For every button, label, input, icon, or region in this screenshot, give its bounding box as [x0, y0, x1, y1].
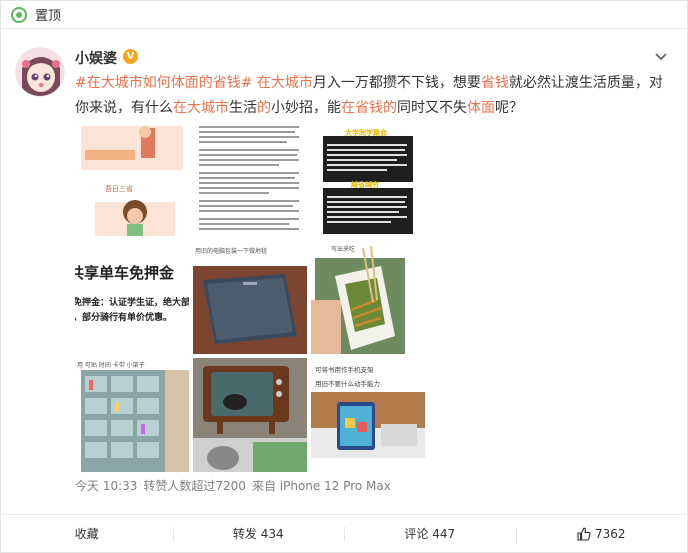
image-7-caption: 用 可贴 时间 卡带 小架子	[77, 362, 145, 369]
image-6-caption: 写出来吃	[331, 246, 356, 253]
image-1[interactable]: 吾日三省	[75, 122, 189, 236]
repost-stat: 转赞人数超过7200	[143, 479, 246, 493]
author-name[interactable]: 小娱婆	[75, 48, 117, 68]
action-bar: 收藏 转发 434 评论 447 7362	[1, 514, 687, 552]
repost-label: 转发 434	[232, 527, 284, 541]
pinned-bar: 置顶	[1, 1, 687, 29]
image-2[interactable]	[193, 122, 307, 236]
comment-label: 评论 447	[404, 527, 456, 541]
image-3-title-2: 越省越穷	[351, 181, 379, 189]
image-8[interactable]	[193, 358, 307, 472]
chevron-down-icon[interactable]	[654, 50, 668, 64]
post-text-link[interactable]: 在省钱的	[341, 100, 397, 116]
post-meta: 今天 10:33 转赞人数超过7200 来自 iPhone 12 Pro Max	[75, 477, 391, 494]
image-4[interactable]: 共享单车免押金 免押金：认证学生证，绝大部 ，部分骑行有单价优惠。	[75, 240, 189, 354]
image-9-caption-1: 可将书用作手机支架	[315, 366, 374, 374]
image-7[interactable]: 用 可贴 时间 卡带 小架子	[75, 358, 189, 472]
post-text-segment: 同时又不失	[397, 100, 467, 116]
like-count: 7362	[594, 526, 626, 541]
post-text-link[interactable]: 在大城市	[173, 100, 229, 116]
post-text-segment: 呢？	[495, 100, 523, 116]
avatar[interactable]	[15, 47, 65, 97]
post-time[interactable]: 今天 10:33	[75, 477, 137, 494]
image-5-caption: 用旧的电脑包装一下做地毯	[195, 248, 268, 255]
post-text-segment: 月入一万都攒不下钱，想要	[312, 75, 481, 91]
thumbs-up-icon	[577, 527, 591, 541]
collect-button[interactable]: 收藏	[1, 525, 173, 542]
post-text-segment: 生活	[229, 100, 257, 116]
image-5[interactable]: 用旧的电脑包装一下做地毯	[193, 240, 307, 354]
post-text-segment: 小妙招，能	[271, 100, 341, 116]
pin-icon	[11, 6, 27, 23]
repost-button[interactable]: 转发 434	[172, 525, 345, 542]
post-text-link[interactable]: 在大城市	[257, 75, 313, 91]
weibo-post-card: 置顶 小娱婆 V #在大城市如何体面的省钱# 在大城市月入一万都攒不下钱，想要省…	[0, 0, 688, 553]
post-text: #在大城市如何体面的省钱# 在大城市月入一万都攒不下钱，想要省钱就必然让渡生活质…	[75, 71, 665, 121]
post-source[interactable]: 来自 iPhone 12 Pro Max	[252, 477, 391, 494]
post-text-link[interactable]: 的	[257, 100, 271, 116]
image-6[interactable]: 写出来吃	[311, 240, 425, 354]
collect-label: 收藏	[74, 527, 99, 541]
post-text-link[interactable]: 省钱	[481, 75, 509, 91]
image-3-title-1: 大学同学聚会	[345, 129, 387, 137]
image-grid: 吾日三省 大学同学聚会 越省越穷 共享单车免押金 免押金：认证学生证，绝大部 ，…	[75, 122, 425, 472]
image-3[interactable]: 大学同学聚会 越省越穷	[311, 122, 425, 236]
pin-label: 置顶	[35, 9, 62, 24]
post-text-link[interactable]: 体面	[467, 100, 495, 116]
image-1-caption: 吾日三省	[105, 185, 133, 193]
image-4-title: 共享单车免押金	[75, 264, 175, 282]
image-9[interactable]: 可将书用作手机支架 用旧不要什么动手能力	[311, 358, 425, 472]
image-4-line-2: ，部分骑行有单价优惠。	[75, 313, 173, 323]
post-text-link[interactable]: #在大城市如何体面的省钱#	[75, 75, 252, 91]
image-9-caption-2: 用旧不要什么动手能力	[315, 380, 380, 388]
comment-button[interactable]: 评论 447	[344, 525, 516, 542]
image-4-line-1: 免押金：认证学生证，绝大部	[75, 298, 189, 308]
like-button[interactable]: 7362	[515, 526, 688, 543]
verified-badge-icon: V	[123, 49, 138, 64]
